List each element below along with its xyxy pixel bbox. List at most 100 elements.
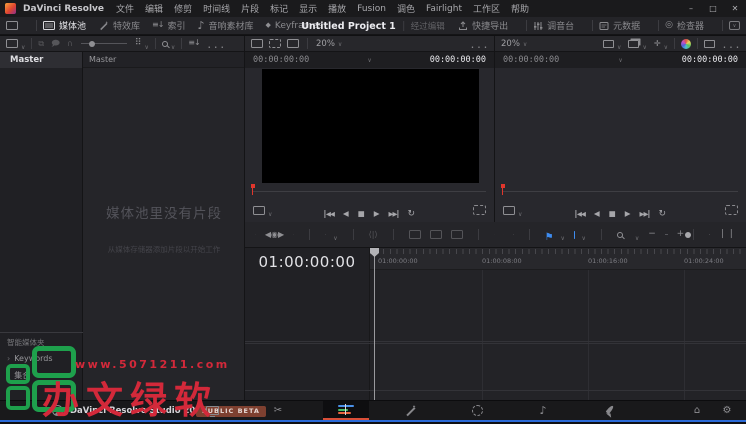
timeline-ruler[interactable]: 01:00:00:00 01:00:08:00 01:00:16:00 01:0… (370, 248, 746, 270)
more-options-icon[interactable] (208, 34, 225, 53)
minimize-button[interactable] (680, 0, 702, 17)
collapse-panel-icon[interactable]: ∨ (729, 21, 740, 30)
maximize-button[interactable] (702, 0, 724, 17)
chevron-down-icon[interactable] (578, 225, 585, 244)
effects-library-toggle[interactable]: 特效库 (98, 19, 140, 32)
go-to-end-button[interactable] (389, 201, 399, 220)
page-cut[interactable] (258, 401, 298, 420)
timeline-select-icon[interactable] (255, 229, 256, 240)
replace-clip-icon[interactable] (451, 230, 463, 239)
selection-mode-icon[interactable] (325, 229, 326, 240)
breadcrumb[interactable]: Master (83, 52, 244, 68)
chevron-down-icon[interactable] (18, 34, 25, 53)
bin-item-master[interactable]: Master (0, 52, 82, 68)
match-frame-icon[interactable] (725, 205, 738, 215)
zoom-in-icon[interactable] (677, 230, 685, 239)
chevron-down-icon[interactable] (330, 225, 337, 244)
menu-playback[interactable]: 播放 (328, 2, 346, 15)
flag-icon[interactable] (545, 225, 554, 244)
safe-area-icon[interactable] (704, 40, 715, 48)
audio-monitor-icon[interactable] (709, 229, 710, 240)
menu-color[interactable]: 调色 (397, 2, 415, 15)
transform-icon[interactable]: ✛ (654, 40, 661, 48)
trim-view-icon[interactable] (269, 39, 281, 48)
multicam-view-icon[interactable] (628, 40, 639, 48)
metadata-button[interactable]: 元数据 (599, 19, 640, 32)
menu-trim[interactable]: 修剪 (174, 2, 192, 15)
zoom-preset-icon[interactable] (617, 232, 623, 238)
sort-icon[interactable] (188, 39, 199, 48)
home-button[interactable] (680, 401, 714, 420)
zoom-out-icon[interactable] (648, 230, 656, 239)
linked-bins-icon[interactable]: ⧉ (38, 40, 44, 48)
timeline-view-options-icon[interactable] (719, 230, 736, 239)
thumbnail-view-icon[interactable] (135, 39, 142, 48)
chevron-down-icon[interactable] (614, 34, 621, 53)
bin-list-toggle-icon[interactable] (6, 39, 18, 48)
source-zoom-select[interactable]: 20% (316, 39, 342, 49)
chevron-down-icon[interactable] (661, 34, 668, 53)
trim-edit-mode-icon[interactable]: ⟨|⟩ (369, 231, 378, 239)
chevron-down-icon[interactable] (168, 34, 175, 53)
user-avatar[interactable] (52, 405, 63, 416)
smart-bin-collections[interactable]: 集合 (7, 370, 83, 381)
menu-timeline[interactable]: 时间线 (203, 2, 230, 15)
sound-library-toggle[interactable]: 音响素材库 (197, 19, 253, 32)
chevron-down-icon[interactable]: ∨ (619, 57, 623, 64)
play-reverse-button[interactable] (594, 201, 600, 220)
go-to-start-button[interactable] (575, 201, 585, 220)
settings-button[interactable] (710, 401, 744, 420)
page-fusion[interactable] (390, 401, 430, 420)
microphone-icon[interactable] (293, 229, 294, 240)
insert-clip-icon[interactable] (409, 230, 421, 239)
search-icon[interactable] (162, 41, 168, 47)
source-scrubber[interactable] (253, 191, 486, 192)
loop-button[interactable] (408, 201, 416, 220)
marker-icon[interactable] (574, 231, 575, 239)
timeline-playhead-timecode[interactable]: 01:00:00:00 (245, 248, 369, 275)
inspector-button[interactable]: ◎ 检查器 (665, 19, 704, 32)
thumbnail-size-slider[interactable] (81, 43, 127, 44)
menu-view[interactable]: 显示 (299, 2, 317, 15)
razor-tool-icon[interactable] (494, 229, 495, 240)
page-deliver[interactable] (590, 401, 630, 420)
menu-file[interactable]: 文件 (116, 2, 134, 15)
match-frame-icon[interactable] (473, 205, 486, 215)
play-button[interactable] (625, 201, 631, 220)
chevron-down-icon[interactable] (632, 225, 639, 244)
go-to-end-button[interactable] (640, 201, 650, 220)
page-fairlight[interactable] (523, 401, 563, 420)
index-toggle[interactable]: 索引 (152, 19, 185, 32)
page-media[interactable] (192, 401, 232, 420)
menu-edit[interactable]: 编辑 (145, 2, 163, 15)
link-clips-icon[interactable] (503, 230, 504, 240)
timeline-viewer-scrubber[interactable] (503, 191, 738, 192)
stop-button[interactable] (609, 201, 616, 220)
smart-bin-keywords[interactable]: Keywords (7, 354, 83, 363)
viewer-mode-icon[interactable] (503, 206, 515, 215)
menu-mark[interactable]: 标记 (270, 2, 288, 15)
overwrite-clip-icon[interactable] (430, 230, 442, 239)
usage-comment-icon[interactable]: 🗩 (51, 40, 60, 48)
close-button[interactable] (724, 0, 746, 17)
go-to-start-button[interactable] (324, 201, 334, 220)
lock-icon[interactable] (513, 229, 514, 240)
audition-icon[interactable]: ∩ (67, 40, 73, 48)
stop-button[interactable] (358, 201, 365, 220)
project-title[interactable]: Untitled Project 1 (301, 21, 396, 32)
page-color[interactable] (457, 401, 497, 420)
clip-overlay-icon[interactable]: ◀◉▶ (265, 231, 284, 239)
viewer-mode-icon[interactable] (253, 206, 265, 215)
more-options-icon[interactable] (723, 34, 740, 53)
quick-export-button[interactable]: 快捷导出 (458, 19, 508, 32)
clip-view-icon[interactable] (251, 39, 263, 48)
play-reverse-button[interactable] (343, 201, 349, 220)
media-pool-toggle[interactable]: 媒体池 (43, 19, 86, 32)
mixer-button[interactable]: 调音台 (533, 19, 574, 32)
chevron-down-icon[interactable]: ∨ (368, 57, 372, 64)
cinema-viewer-icon[interactable] (603, 40, 614, 48)
page-edit[interactable] (323, 401, 369, 420)
menu-workspace[interactable]: 工作区 (473, 2, 500, 15)
color-wheel-icon[interactable] (681, 39, 691, 49)
more-options-icon[interactable] (471, 34, 488, 53)
